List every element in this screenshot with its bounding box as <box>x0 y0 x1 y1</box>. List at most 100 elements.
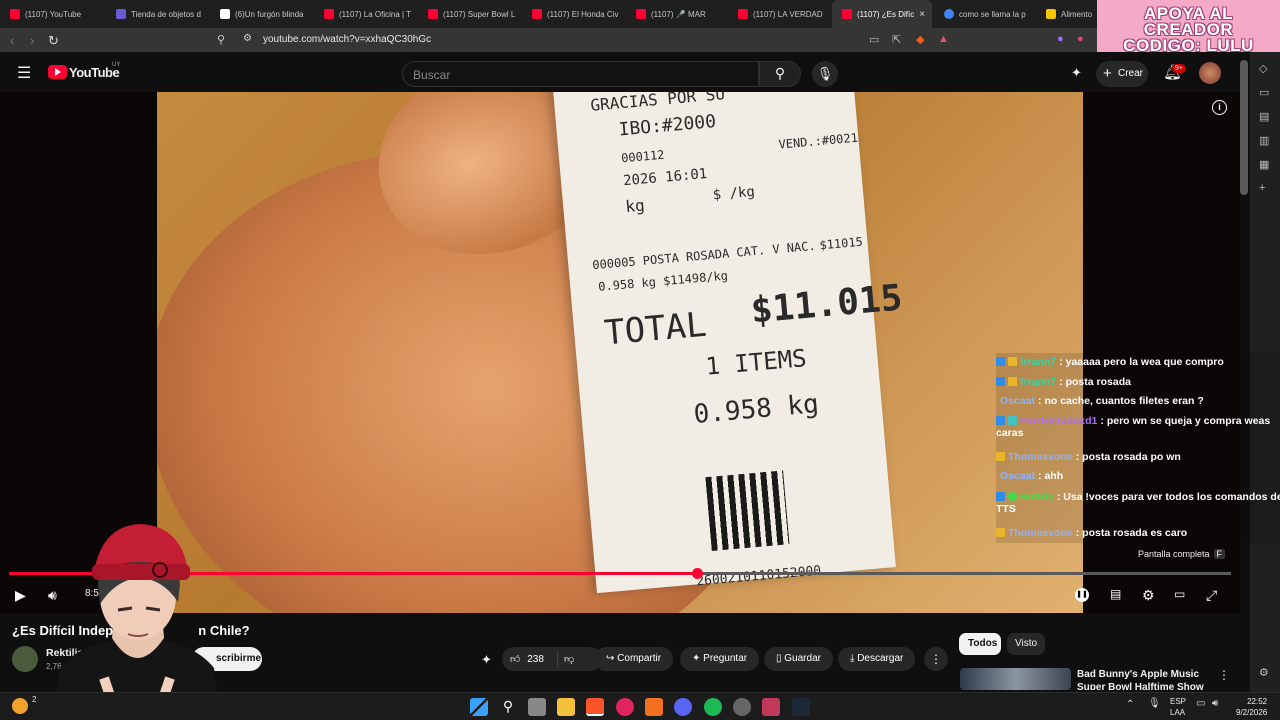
youtube-logo-icon[interactable] <box>48 65 67 79</box>
wallet-icon[interactable]: ▤ <box>1259 110 1269 123</box>
back-icon[interactable]: ‹ <box>10 33 14 48</box>
file-explorer-icon[interactable] <box>557 698 575 716</box>
tooltip-key: F <box>1213 549 1226 559</box>
browser-tab[interactable]: (1107) 🎤 MAR <box>626 0 726 28</box>
extension-icon[interactable]: ● <box>1057 33 1064 45</box>
browser-tab[interactable]: (1107) El Honda Civ <box>522 0 624 28</box>
weather-icon[interactable] <box>12 698 28 714</box>
google-favicon-icon <box>944 9 954 19</box>
cast-clip-icon[interactable]: ✦ <box>481 652 492 668</box>
filter-chip-watched[interactable]: Visto <box>1007 633 1045 655</box>
cast-video-icon[interactable]: ✦ <box>1071 65 1082 81</box>
network-icon[interactable]: ▭ <box>1196 698 1205 709</box>
save-button[interactable]: ▯ Guardar <box>764 647 833 671</box>
reading-list-icon[interactable]: ▭ <box>1259 86 1269 99</box>
app-icon[interactable] <box>733 698 751 716</box>
autoplay-toggle-icon[interactable]: ❚❚ <box>1075 588 1089 602</box>
recommended-title[interactable]: Bad Bunny's Apple Music Super Bowl Halft… <box>1077 668 1217 690</box>
bot-badge-icon <box>1008 492 1017 501</box>
app-icon[interactable] <box>762 698 780 716</box>
play-icon[interactable]: ▶ <box>15 587 26 604</box>
filter-chip-all[interactable]: Todos <box>959 633 1001 655</box>
twitch-badge-icon <box>996 416 1005 425</box>
speaker-icon[interactable]: 🔊︎ <box>1212 698 1218 709</box>
windows-start-icon[interactable] <box>470 698 488 716</box>
more-actions-button[interactable]: ⋮ <box>924 647 948 671</box>
bookmark-icon[interactable]: ⚲ <box>217 33 225 46</box>
spotify-icon[interactable] <box>704 698 722 716</box>
channel-avatar[interactable] <box>12 646 38 672</box>
theater-mode-icon[interactable]: ▭ <box>1174 587 1185 601</box>
download-button[interactable]: ⤓ Descargar <box>838 647 916 671</box>
sparkle-icon: ✦ <box>692 653 704 664</box>
browser-tab-active[interactable]: (1107) ¿Es Difíc × <box>832 0 932 28</box>
share-page-icon[interactable]: ⇱ <box>892 33 901 46</box>
share-button[interactable]: ↪ Compartir <box>594 647 674 671</box>
like-count[interactable]: 238 <box>527 654 544 665</box>
fullscreen-icon[interactable]: ⤢ <box>1206 587 1217 604</box>
search-icon[interactable]: ⚲ <box>759 61 801 87</box>
clock-time: 22:52 <box>1247 697 1268 706</box>
receipt-text: 000112 <box>620 147 666 166</box>
menu-icon[interactable]: ☰ <box>17 63 31 83</box>
browser-tab[interactable]: (1107) YouTube <box>0 0 104 28</box>
create-label: Crear <box>1118 68 1144 79</box>
ask-button[interactable]: ✦ Preguntar <box>680 647 760 671</box>
microphone-tray-icon[interactable]: 🎙 <box>1148 698 1161 709</box>
leo-ai-icon[interactable]: ◇ <box>1259 62 1267 75</box>
recommended-thumbnail[interactable] <box>960 668 1071 690</box>
bookmarks-panel-icon[interactable]: ▥ <box>1259 134 1269 147</box>
thumbs-down-icon[interactable]: 👎︎ <box>564 653 574 665</box>
chat-text: : Usa !voces para ver todos los comandos… <box>1056 491 1280 503</box>
system-clock[interactable]: 22:52 9/2/2026 <box>1236 696 1267 718</box>
recommended-menu-icon[interactable]: ⋮ <box>1218 668 1230 682</box>
tray-overflow-icon[interactable]: ⌃ <box>1126 699 1134 710</box>
forward-icon[interactable]: › <box>30 33 34 48</box>
receipt-text: $ /kg <box>712 183 756 204</box>
task-view-icon[interactable] <box>528 698 546 716</box>
extension-icon[interactable]: ● <box>1077 33 1084 45</box>
close-tab-icon[interactable]: × <box>919 9 925 20</box>
info-icon[interactable]: i <box>1212 100 1227 115</box>
microphone-icon[interactable]: 🎙 <box>812 61 838 87</box>
progress-scrubber[interactable] <box>692 568 703 579</box>
browser-tab[interactable]: Tienda de objetos d <box>106 0 208 28</box>
media-player-icon[interactable] <box>616 698 634 716</box>
app-icon[interactable] <box>645 698 663 716</box>
add-panel-icon[interactable]: + <box>1259 182 1265 194</box>
chat-username: PanTostadoxd1 <box>1020 415 1098 427</box>
subtitles-icon[interactable]: ▤ <box>1110 587 1121 601</box>
browser-tab[interactable]: (1107) La Oficina | T <box>314 0 416 28</box>
settings-gear-icon[interactable]: ⚙ <box>1142 587 1155 604</box>
thumbs-up-icon[interactable]: 👍︎ <box>510 654 520 665</box>
user-avatar[interactable] <box>1199 62 1221 84</box>
receipt-text: 0.958 kg $11498/kg <box>597 268 729 294</box>
browser-tab[interactable]: como se llama la p <box>934 0 1034 28</box>
language-indicator[interactable]: ESP LAA <box>1170 696 1186 718</box>
create-button[interactable]: + Crear <box>1096 61 1148 87</box>
twitch-badge-icon <box>996 492 1005 501</box>
search-input[interactable]: Buscar <box>402 61 759 87</box>
receipt-items: 1 ITEMS <box>704 344 808 381</box>
tab-label: (1107) La Oficina | T <box>339 9 412 19</box>
brave-rewards-icon[interactable]: ▲ <box>938 33 949 45</box>
site-info-icon[interactable]: ⚙ <box>243 33 252 44</box>
cast-icon[interactable]: ▭ <box>869 33 879 46</box>
browser-tab[interactable]: (6)Un furgón blinda <box>210 0 312 28</box>
divider <box>557 651 558 667</box>
url-field[interactable]: youtube.com/watch?v=xxhaQC30hGc <box>263 34 431 45</box>
brave-shield-icon[interactable]: ◆ <box>916 33 924 46</box>
history-icon[interactable]: ▦ <box>1259 158 1269 171</box>
tab-label: Tienda de objetos d <box>131 9 201 19</box>
browser-tab[interactable]: (1107) LA VERDAD <box>728 0 828 28</box>
page-scrollbar[interactable] <box>1240 60 1248 195</box>
tab-label: (1107) ¿Es Difíc <box>857 9 915 19</box>
discord-icon[interactable] <box>674 698 692 716</box>
sidebar-settings-icon[interactable]: ⚙ <box>1259 666 1269 679</box>
browser-tab[interactable]: (1107) Super Bowl L <box>418 0 520 28</box>
brave-browser-icon[interactable] <box>586 698 604 716</box>
steam-icon[interactable] <box>792 698 810 716</box>
reload-icon[interactable]: ↻ <box>48 33 59 49</box>
browser-tab[interactable]: Alimento <box>1036 0 1096 28</box>
taskbar-search-icon[interactable]: ⚲ <box>499 698 517 716</box>
